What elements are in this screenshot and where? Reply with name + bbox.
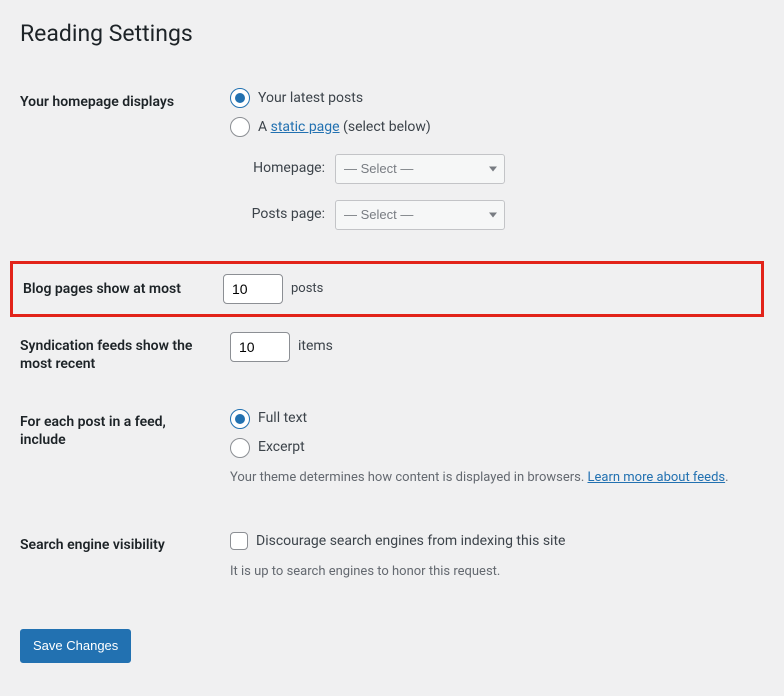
blog-pages-input[interactable] — [223, 274, 283, 304]
homepage-select-label: Homepage: — [230, 158, 325, 179]
search-visibility-description: It is up to search engines to honor this… — [230, 562, 754, 582]
feed-content-description: Your theme determines how content is dis… — [230, 468, 754, 488]
discourage-search-label[interactable]: Discourage search engines from indexing … — [256, 531, 565, 552]
reading-settings-page: Reading Settings Your homepage displays … — [0, 0, 784, 696]
radio-latest-posts-label[interactable]: Your latest posts — [258, 88, 363, 109]
syndication-label: Syndication feeds show the most recent — [20, 317, 220, 393]
syndication-suffix: items — [298, 336, 333, 357]
discourage-search-checkbox[interactable] — [230, 532, 248, 550]
feed-desc-prefix: Your theme determines how content is dis… — [230, 470, 588, 485]
static-suffix: (select below) — [340, 119, 431, 135]
radio-full-text[interactable] — [230, 409, 250, 429]
static-prefix: A — [258, 119, 271, 135]
blog-pages-label: Blog pages show at most — [13, 281, 223, 297]
radio-full-text-label[interactable]: Full text — [258, 408, 307, 429]
static-page-link[interactable]: static page — [271, 119, 340, 135]
homepage-select[interactable]: — Select — — [335, 154, 505, 184]
blog-pages-highlight: Blog pages show at most posts — [10, 261, 764, 317]
save-changes-button[interactable]: Save Changes — [20, 629, 131, 663]
radio-static-page-label[interactable]: A static page (select below) — [258, 117, 431, 138]
posts-page-select[interactable]: — Select — — [335, 200, 505, 230]
posts-page-select-label: Posts page: — [230, 204, 325, 225]
radio-static-page[interactable] — [230, 117, 250, 137]
search-visibility-label: Search engine visibility — [20, 516, 220, 610]
radio-latest-posts[interactable] — [230, 88, 250, 108]
settings-form-table: Your homepage displays Your latest posts… — [20, 73, 764, 261]
feed-content-label: For each post in a feed, include — [20, 393, 220, 516]
feed-desc-suffix: . — [725, 470, 728, 485]
radio-excerpt-label[interactable]: Excerpt — [258, 437, 305, 458]
syndication-input[interactable] — [230, 332, 290, 362]
blog-pages-suffix: posts — [291, 281, 323, 296]
settings-form-table-2: Syndication feeds show the most recent i… — [20, 317, 764, 609]
page-title: Reading Settings — [20, 10, 764, 53]
learn-more-feeds-link[interactable]: Learn more about feeds — [588, 470, 726, 485]
homepage-displays-label: Your homepage displays — [20, 73, 220, 261]
radio-excerpt[interactable] — [230, 438, 250, 458]
